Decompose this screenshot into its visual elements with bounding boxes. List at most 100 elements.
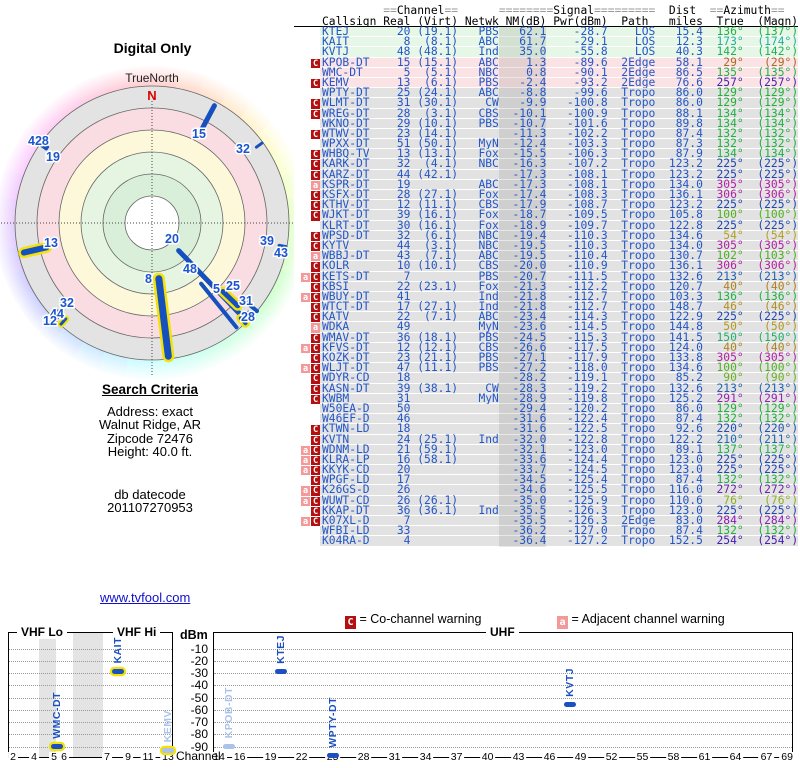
search-address: Address: exact (40, 405, 260, 419)
warning-flags: aC (294, 455, 320, 465)
warning-flags: C (294, 78, 320, 88)
cell-virtual-channel (410, 534, 458, 547)
warning-flags (294, 119, 320, 129)
radar-channel-label: 5 (213, 282, 220, 296)
warning-flags: a (294, 322, 320, 332)
vhf-lo-title: VHF Lo (17, 625, 67, 639)
warning-flags: C (294, 384, 320, 394)
uhf-band-chart: UHF1416192225283134374043464952555861646… (213, 632, 793, 758)
radar-channel-label: 8 (145, 272, 152, 286)
warning-flags: C (294, 190, 320, 200)
grid-line (9, 649, 172, 650)
warning-flags: aC (294, 445, 320, 455)
warning-flags: a (294, 251, 320, 261)
warning-flags: C (294, 424, 320, 434)
warning-flags: C (294, 129, 320, 139)
cell-noise-margin: -36.4 (499, 536, 547, 546)
warning-flags: C (294, 373, 320, 383)
warning-flags: C (294, 312, 320, 322)
warning-flags: C (294, 261, 320, 271)
grid-line (214, 661, 792, 662)
warning-flags (294, 139, 320, 149)
channel-tick: 49 (573, 752, 589, 763)
channel-tick: 9 (123, 752, 133, 763)
channel-tick: 4 (29, 752, 39, 763)
search-criteria-heading: Search Criteria (40, 383, 260, 397)
north-marker: N (147, 88, 156, 103)
search-criteria: Search Criteria Address: exact Walnut Ri… (40, 383, 260, 515)
radar-channel-label: 28 (241, 310, 255, 324)
channel-tick: 7 (102, 752, 112, 763)
signal-bar-label: KPOB-DT (223, 687, 235, 738)
cell-azimuth-true: 254° (703, 534, 744, 547)
warning-flags: C (294, 98, 320, 108)
signal-bar-label: WMC-DT (51, 692, 63, 739)
channel-tick: 2 (8, 752, 18, 763)
grid-line (9, 747, 172, 748)
vhf-band-chart: VHF LoVHF Hi2456791113WMC-DTKAITKEMV (8, 632, 173, 758)
warning-flags: C (294, 282, 320, 292)
warning-flags: C (294, 149, 320, 159)
signal-bar (275, 669, 287, 674)
search-height: Height: 40.0 ft. (40, 445, 260, 459)
warning-flags (294, 221, 320, 231)
tvfool-report: { "plot_title": "Digital Only", "radar":… (0, 0, 800, 768)
grid-line (9, 710, 172, 711)
warning-flags: C (294, 210, 320, 220)
warning-flags: C (294, 506, 320, 516)
warning-flags (294, 37, 320, 47)
cell-azimuth-magnetic: (254°) (744, 534, 798, 547)
cell-power: -127.2 (546, 534, 607, 547)
table-row: K04RA-D 4 -36.4 -127.2 Tropo 152.5 254° … (294, 536, 798, 546)
warning-flags (294, 536, 320, 546)
tvfool-link[interactable]: www.tvfool.com (100, 590, 210, 605)
warning-flags (294, 414, 320, 424)
warning-flags: C (294, 231, 320, 241)
signal-bar (327, 753, 339, 758)
search-zipcode: Zipcode 72476 (40, 432, 260, 446)
grid-line (214, 710, 792, 711)
warning-flags: aC (294, 272, 320, 282)
legend-adjacent: a = Adjacent channel warning (556, 612, 725, 629)
radar-channel-label: 428 (28, 134, 49, 148)
warning-flags (294, 404, 320, 414)
radar-channel-label: 43 (274, 246, 288, 260)
warning-flags (294, 68, 320, 78)
uhf-title: UHF (486, 625, 519, 639)
warning-flags: C (294, 170, 320, 180)
channel-tick: 52 (604, 752, 620, 763)
signal-bar-label: KAIT (112, 637, 124, 664)
grid-line (214, 673, 792, 674)
adjacent-warning-icon: a (557, 616, 568, 629)
grid-line (214, 685, 792, 686)
channel-tick: 28 (356, 752, 372, 763)
channel-tick: 5 (49, 752, 59, 763)
channel-tick: 13 (160, 752, 176, 763)
radar-channel-label: 12 (43, 314, 57, 328)
cell-real-channel: 4 (376, 534, 410, 547)
signal-bar-label: KEMV (162, 710, 174, 742)
grid-line (9, 698, 172, 699)
radar-plot: 153242819133943204885253128324412TrueNor… (0, 56, 314, 396)
cell-distance: 152.5 (655, 534, 703, 547)
channel-tick: 46 (542, 752, 558, 763)
radar-channel-label: 15 (192, 127, 206, 141)
cochannel-warning-icon: C (345, 616, 356, 629)
channel-tick: 11 (141, 752, 156, 763)
channel-tick: 67 (759, 752, 775, 763)
warning-flags (294, 27, 320, 37)
warning-flags: C (294, 353, 320, 363)
cell-path: Tropo (608, 534, 656, 547)
radar-channel-label: 19 (46, 150, 60, 164)
radar-channel-label: 39 (260, 234, 274, 248)
radar-channel-label: 25 (226, 279, 240, 293)
signal-bar-label: KVTJ (564, 668, 576, 697)
grid-line (9, 673, 172, 674)
channel-tick: 16 (232, 752, 248, 763)
warning-flags: aC (294, 516, 320, 526)
signal-bar (51, 744, 63, 749)
radar-channel-label: 48 (183, 262, 197, 276)
radar-channel-label: 32 (236, 142, 250, 156)
warning-flags: C (294, 241, 320, 251)
channel-tick: 22 (294, 752, 310, 763)
